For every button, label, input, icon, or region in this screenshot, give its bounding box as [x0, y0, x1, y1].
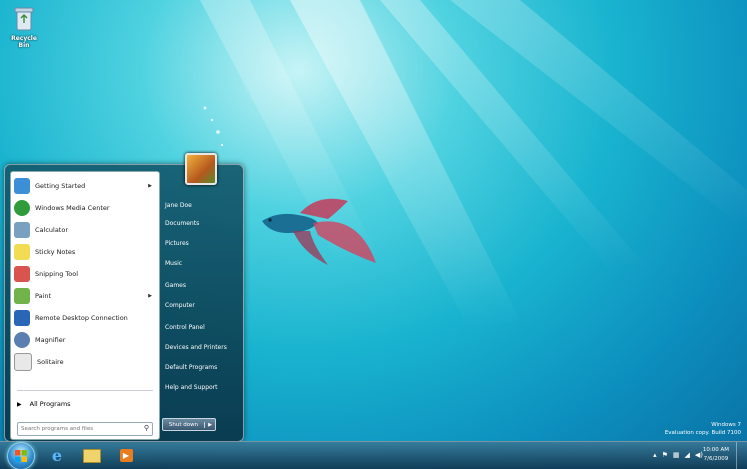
volume-icon[interactable]: ◀)	[695, 451, 703, 459]
taskbar-explorer-button[interactable]	[80, 444, 104, 467]
program-label: Solitaire	[37, 358, 64, 366]
recycle-bin-icon	[14, 7, 34, 31]
notification-area: ▴ ⚑ ▦ ◢ ◀)	[653, 451, 703, 459]
right-link-user[interactable]: Jane Doe	[165, 199, 237, 213]
program-item[interactable]: Remote Desktop Connection	[14, 308, 156, 328]
betta-fish-image	[262, 198, 376, 265]
submenu-arrow-icon: ▶	[148, 183, 152, 189]
program-label: Sticky Notes	[35, 248, 76, 256]
program-label: Paint	[35, 292, 52, 300]
recycle-bin-label: Recycle Bin	[11, 35, 37, 49]
magnifier-icon	[14, 332, 30, 348]
signal-icon[interactable]: ◢	[684, 451, 689, 459]
program-item[interactable]: Snipping Tool	[14, 264, 156, 284]
program-label: Snipping Tool	[35, 270, 79, 278]
program-label: Magnifier	[35, 336, 66, 344]
divider	[17, 390, 153, 391]
all-programs-button[interactable]: ▶ All Programs	[17, 400, 71, 408]
program-label: Windows Media Center	[35, 204, 110, 212]
taskbar-media-player-button[interactable]: ▶	[114, 444, 138, 467]
paint-icon	[14, 288, 30, 304]
program-label: Calculator	[35, 226, 69, 234]
right-link-games[interactable]: Games	[165, 279, 237, 293]
program-item[interactable]: Calculator	[14, 220, 156, 240]
search-icon[interactable]: ⚲	[144, 424, 149, 432]
snipping-tool-icon	[14, 266, 30, 282]
clock-time: 10:00 AM	[702, 447, 729, 453]
internet-explorer-icon: e	[51, 446, 63, 465]
user-picture[interactable]	[185, 153, 217, 185]
program-item[interactable]: Windows Media Center	[14, 198, 156, 218]
all-programs-label: All Programs	[29, 400, 71, 408]
program-item[interactable]: Getting Started ▶	[14, 176, 156, 196]
start-menu: Getting Started ▶ Windows Media Center C…	[4, 153, 244, 442]
windows-explorer-icon	[83, 448, 101, 463]
media-center-icon	[14, 200, 30, 216]
watermark-line-2: Evaluation copy. Build 7100	[664, 430, 741, 436]
triangle-right-icon: ▶	[17, 400, 22, 408]
windows-flag-icon	[15, 450, 27, 462]
build-watermark: Windows 7 Evaluation copy. Build 7100	[665, 421, 741, 437]
shutdown-button[interactable]: Shut down ▶	[162, 418, 216, 431]
program-label: Remote Desktop Connection	[35, 314, 128, 322]
program-item[interactable]: Paint ▶	[14, 286, 156, 306]
search-input[interactable]	[18, 423, 136, 435]
show-desktop-button[interactable]	[736, 442, 747, 469]
action-center-flag-icon[interactable]: ⚑	[662, 451, 668, 459]
media-player-icon: ▶	[119, 449, 133, 462]
solitaire-icon	[14, 353, 32, 371]
recycle-bin[interactable]: Recycle Bin	[6, 6, 42, 49]
program-item[interactable]: Solitaire	[14, 352, 156, 372]
desktop: Recycle Bin Getting Started ▶ Windows Me…	[0, 0, 747, 469]
right-link-pictures[interactable]: Pictures	[165, 237, 237, 251]
taskbar-ie-button[interactable]: e	[45, 444, 69, 467]
clock[interactable]: 10:00 AM 7/6/2009	[703, 446, 729, 464]
right-link-documents[interactable]: Documents	[165, 217, 237, 231]
taskbar: e ▶ ▴ ⚑ ▦ ◢ ◀) 10:00 AM 7/6/2009	[0, 441, 747, 469]
program-item[interactable]: Sticky Notes	[14, 242, 156, 262]
right-link-devices-printers[interactable]: Devices and Printers	[165, 341, 237, 355]
submenu-arrow-icon: ▶	[148, 293, 152, 299]
show-hidden-icons-icon[interactable]: ▴	[653, 451, 657, 459]
right-link-music[interactable]: Music	[165, 257, 237, 271]
start-button[interactable]	[7, 442, 35, 469]
shutdown-options-arrow-icon[interactable]: ▶	[204, 421, 215, 428]
start-menu-programs-pane: Getting Started ▶ Windows Media Center C…	[10, 171, 160, 440]
watermark-line-1: Windows 7	[711, 422, 741, 428]
program-label: Getting Started	[35, 182, 86, 190]
calculator-icon	[14, 222, 30, 238]
remote-desktop-icon	[14, 310, 30, 326]
right-link-help-support[interactable]: Help and Support	[165, 381, 237, 395]
right-link-control-panel[interactable]: Control Panel	[165, 321, 237, 335]
sticky-notes-icon	[14, 244, 30, 260]
clock-date: 7/6/2009	[703, 456, 729, 462]
getting-started-icon	[14, 178, 30, 194]
shutdown-label: Shut down	[168, 421, 199, 428]
search-box[interactable]: ⚲	[17, 422, 153, 436]
right-link-default-programs[interactable]: Default Programs	[165, 361, 237, 375]
right-link-computer[interactable]: Computer	[165, 299, 237, 313]
network-icon[interactable]: ▦	[673, 451, 680, 459]
program-item[interactable]: Magnifier	[14, 330, 156, 350]
